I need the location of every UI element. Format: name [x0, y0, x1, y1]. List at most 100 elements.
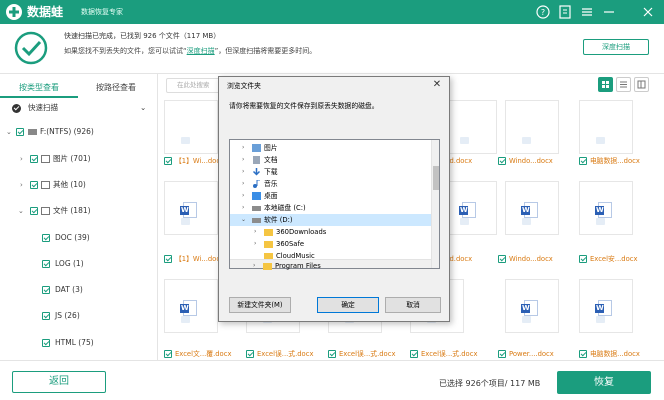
ok-button[interactable]: 确定	[317, 297, 379, 313]
scan-complete-icon	[14, 31, 48, 65]
tree-item-label: HTML (75)	[55, 338, 94, 347]
drive-label: F:(NTFS) (926)	[40, 127, 94, 136]
deep-scan-link[interactable]: 深度扫描	[187, 47, 215, 55]
folder-360safe[interactable]: › 360Safe	[230, 238, 431, 250]
file-checkbox[interactable]	[164, 350, 172, 358]
tree-item-images[interactable]: › 图片 (701)	[0, 151, 158, 167]
deep-scan-button[interactable]: 深度扫描	[583, 39, 649, 55]
file-thumbnail[interactable]	[505, 181, 559, 235]
file-checkbox[interactable]	[164, 157, 172, 165]
minimize-icon[interactable]	[601, 4, 617, 20]
tree-item-label: DOC (39)	[55, 233, 90, 242]
folder-360downloads[interactable]: › 360Downloads	[230, 226, 431, 238]
vertical-scrollbar[interactable]	[431, 140, 439, 268]
app-name: 数据蛙	[27, 5, 64, 19]
tree-item-html[interactable]: HTML (75)	[0, 335, 158, 351]
svg-text:?: ?	[541, 8, 545, 17]
other-icon	[41, 181, 50, 189]
detail-view-icon[interactable]	[634, 77, 649, 92]
folder-downloads[interactable]: › 下载	[230, 166, 431, 178]
file-checkbox[interactable]	[328, 350, 336, 358]
tree-item-other[interactable]: › 其他 (10)	[0, 177, 158, 193]
folder-desktop[interactable]: › 桌面	[230, 190, 431, 202]
file-thumbnail[interactable]	[443, 100, 497, 154]
app-subtitle: 数据恢复专家	[81, 8, 123, 16]
folder-program-files[interactable]: › Program Files	[229, 260, 430, 272]
file-thumbnail[interactable]	[164, 279, 218, 333]
drive-icon	[252, 218, 261, 223]
tree-checkbox[interactable]	[42, 339, 50, 347]
collapse-icon[interactable]: ⌄	[6, 124, 12, 140]
close-icon[interactable]	[640, 4, 656, 20]
file-checkbox[interactable]	[164, 255, 172, 263]
pictures-icon	[252, 144, 261, 152]
menu-icon[interactable]	[579, 4, 595, 20]
folder-documents[interactable]: › 文档	[230, 154, 431, 166]
drive-icon	[252, 206, 261, 211]
file-checkbox[interactable]	[498, 157, 506, 165]
file-thumbnail[interactable]	[579, 279, 633, 333]
scrollbar-thumb[interactable]	[433, 166, 439, 190]
tree-checkbox[interactable]	[42, 260, 50, 268]
tree-item-files[interactable]: ⌄ 文件 (181)	[0, 203, 158, 219]
tree-checkbox[interactable]	[30, 155, 38, 163]
tree-checkbox[interactable]	[30, 181, 38, 189]
file-checkbox[interactable]	[410, 350, 418, 358]
recover-button[interactable]: 恢复	[557, 371, 651, 394]
app-window: { "app": {"name": "数据蛙", "subtitle": "数据…	[0, 0, 664, 400]
download-icon	[252, 168, 261, 176]
expand-icon[interactable]: ›	[20, 177, 23, 193]
hint-suffix: ”，但深度扫描将需要更多时间。	[214, 47, 317, 55]
drive-c[interactable]: › 本地磁盘 (C:)	[230, 202, 431, 214]
file-checkbox[interactable]	[579, 350, 587, 358]
tab-by-path[interactable]: 按路径查看	[78, 78, 154, 98]
tree-item-doc[interactable]: DOC (39)	[0, 230, 158, 246]
folder-icon	[264, 241, 273, 248]
browse-folder-dialog: 浏览文件夹 ✕ 请你将需要恢复的文件保存到原丢失数据的磁盘。 › 图片 › 文档…	[218, 76, 450, 322]
dialog-close-icon[interactable]: ✕	[428, 79, 446, 91]
file-thumbnail[interactable]	[579, 100, 633, 154]
file-thumbnail[interactable]	[164, 100, 218, 154]
help-icon[interactable]: ?	[535, 4, 551, 20]
folder-music[interactable]: › 音乐	[230, 178, 431, 190]
tree-item-label: JS (26)	[55, 311, 80, 320]
back-button[interactable]: 返回	[12, 371, 106, 393]
feedback-icon[interactable]	[557, 4, 573, 20]
file-thumbnail[interactable]	[443, 181, 497, 235]
list-view-icon[interactable]	[616, 77, 631, 92]
file-checkbox[interactable]	[579, 157, 587, 165]
desktop-icon	[252, 192, 261, 200]
tree-item-dat[interactable]: DAT (3)	[0, 282, 158, 298]
tree-item-label: DAT (3)	[55, 285, 83, 294]
collapse-icon[interactable]: ⌄	[18, 203, 24, 219]
drive-row[interactable]: ⌄ F:(NTFS) (926)	[0, 124, 158, 140]
file-checkbox[interactable]	[498, 255, 506, 263]
folder-tree[interactable]: › 图片 › 文档 › 下载 › 音乐 › 桌面 › 本地磁盘 (C:) ⌄ 软…	[229, 139, 440, 269]
file-thumbnail[interactable]	[164, 181, 218, 235]
file-thumbnail[interactable]	[505, 279, 559, 333]
file-checkbox[interactable]	[579, 255, 587, 263]
file-checkbox[interactable]	[498, 350, 506, 358]
grid-view-icon[interactable]	[598, 77, 613, 92]
file-checkbox[interactable]	[246, 350, 254, 358]
quick-scan-label[interactable]: 快速扫描	[28, 100, 58, 116]
tree-checkbox[interactable]	[30, 207, 38, 215]
folder-pictures[interactable]: › 图片	[230, 142, 431, 154]
tree-checkbox[interactable]	[42, 286, 50, 294]
tree-checkbox[interactable]	[42, 312, 50, 320]
dialog-title: 浏览文件夹	[227, 82, 261, 90]
drive-checkbox[interactable]	[16, 128, 24, 136]
new-folder-button[interactable]: 新建文件夹(M)	[229, 297, 291, 313]
image-icon	[41, 155, 50, 163]
tree-item-js[interactable]: JS (26)	[0, 308, 158, 324]
folder-icon	[264, 229, 273, 236]
tab-by-type[interactable]: 按类型查看	[0, 78, 78, 98]
file-thumbnail[interactable]	[579, 181, 633, 235]
file-thumbnail[interactable]	[505, 100, 559, 154]
tree-checkbox[interactable]	[42, 234, 50, 242]
expand-icon[interactable]: ›	[20, 151, 23, 167]
drive-d[interactable]: ⌄ 软件 (D:)	[230, 214, 431, 226]
tree-item-log[interactable]: LOG (1)	[0, 256, 158, 272]
cancel-button[interactable]: 取消	[385, 297, 441, 313]
chevron-down-icon[interactable]: ⌄	[140, 100, 146, 116]
